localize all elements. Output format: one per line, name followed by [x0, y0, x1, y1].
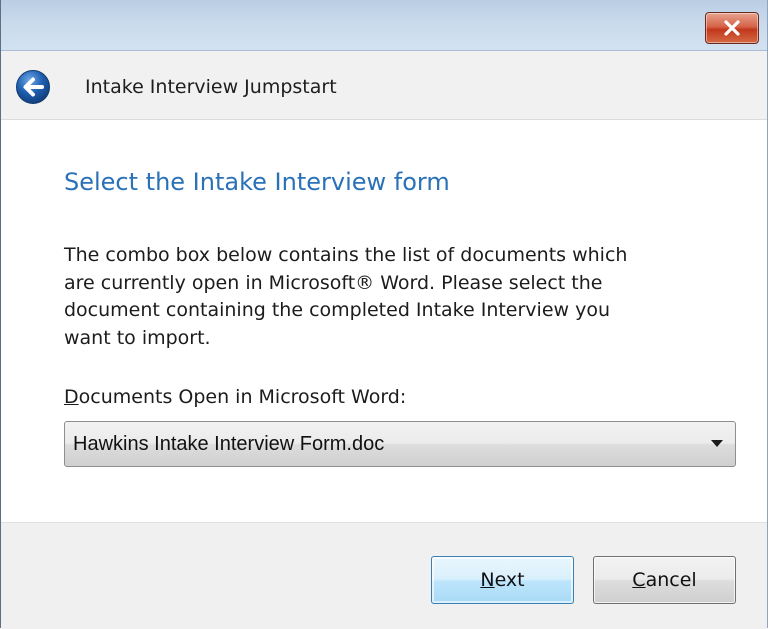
close-x-icon [724, 20, 740, 36]
instructions-line: The combo box below contains the list of… [64, 244, 628, 266]
wizard-header: Intake Interview Jumpstart [1, 51, 767, 120]
close-button[interactable] [705, 12, 759, 44]
next-button[interactable]: Next [431, 556, 574, 604]
instructions-line: document containing the completed Intake… [64, 299, 611, 321]
instructions-line: are currently open in Microsoft® Word. P… [64, 271, 603, 294]
combo-selected-value: Hawkins Intake Interview Form.doc [73, 433, 385, 455]
label-text: ocuments Open in Microsoft Word: [78, 386, 407, 408]
documents-combo-label: Documents Open in Microsoft Word: [64, 386, 406, 408]
next-accelerator: N [480, 569, 495, 591]
instructions-line: want to import. [64, 326, 211, 349]
back-button[interactable] [15, 69, 51, 105]
label-accelerator: D [64, 386, 79, 408]
cancel-label: ancel [645, 569, 697, 591]
wizard-window: Intake Interview Jumpstart Select the In… [0, 0, 768, 629]
page-heading: Select the Intake Interview form [64, 168, 450, 196]
cancel-button[interactable]: Cancel [593, 556, 736, 604]
title-bar[interactable] [1, 0, 767, 51]
chevron-down-icon[interactable] [711, 440, 723, 447]
window-title: Intake Interview Jumpstart [85, 76, 337, 98]
next-label: ext [494, 569, 525, 591]
back-arrow-icon [16, 70, 50, 104]
button-footer: Next Cancel [1, 522, 767, 629]
instructions-text: The combo box below contains the list of… [64, 242, 724, 352]
documents-combo-box[interactable]: Hawkins Intake Interview Form.doc [64, 421, 736, 467]
cancel-accelerator: C [632, 569, 646, 591]
